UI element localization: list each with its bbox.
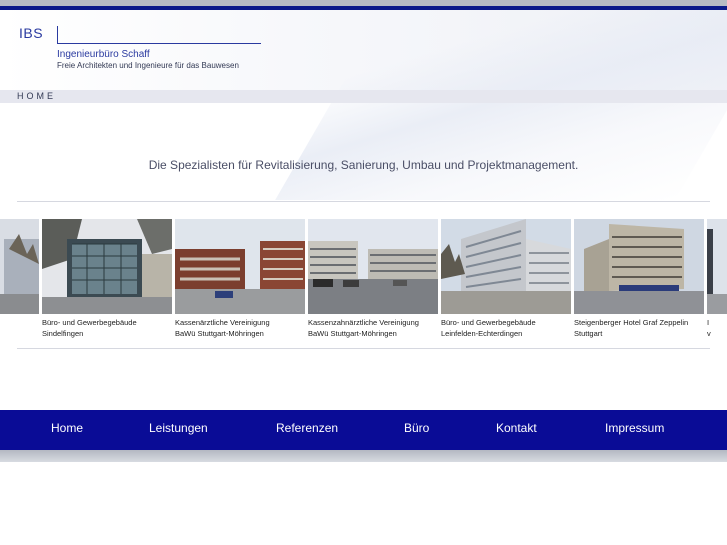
main-navigation: Home Leistungen Referenzen Büro Kontakt … xyxy=(0,410,727,450)
project-card[interactable]: Büro- und Gewerbegebäude Sindelfingen xyxy=(42,219,172,339)
nav-kontakt[interactable]: Kontakt xyxy=(496,421,537,435)
project-card[interactable] xyxy=(0,219,39,317)
project-photo[interactable] xyxy=(0,219,39,314)
project-title: Steigenberger Hotel Graf Zeppelin xyxy=(574,318,689,327)
project-card[interactable]: I v xyxy=(707,219,727,339)
bottom-border xyxy=(0,450,727,462)
project-location: v xyxy=(707,329,711,338)
logo[interactable]: IBS xyxy=(19,25,43,41)
project-location: Stuttgart xyxy=(574,329,603,338)
company-name: Ingenieurbüro Schaff xyxy=(57,49,150,60)
project-title: I xyxy=(707,318,710,327)
divider-top xyxy=(17,201,710,202)
nav-impressum[interactable]: Impressum xyxy=(605,421,664,435)
logo-underline xyxy=(57,43,261,44)
company-tagline: Freie Architekten und Ingenieure für das… xyxy=(57,61,239,70)
divider-bottom xyxy=(17,348,710,349)
project-title: Kassenärztliche Vereinigung xyxy=(175,318,270,327)
project-photo[interactable] xyxy=(441,219,571,314)
slogan: Die Spezialisten für Revitalisierung, Sa… xyxy=(148,158,579,172)
nav-buero[interactable]: Büro xyxy=(404,421,429,435)
project-location: BaWü Stuttgart-Möhringen xyxy=(308,329,397,338)
project-gallery: Büro- und Gewerbegebäude Sindelfingen Ka… xyxy=(0,219,727,344)
project-location: Sindelfingen xyxy=(42,329,84,338)
nav-leistungen[interactable]: Leistungen xyxy=(149,421,208,435)
project-photo[interactable] xyxy=(707,219,727,314)
breadcrumb-label: HOME xyxy=(17,91,56,101)
project-photo[interactable] xyxy=(175,219,305,314)
project-photo[interactable] xyxy=(42,219,172,314)
project-location: BaWü Stuttgart-Möhringen xyxy=(175,329,264,338)
project-card[interactable]: Kassenärztliche Vereinigung BaWü Stuttga… xyxy=(175,219,305,339)
project-title: Büro- und Gewerbegebäude xyxy=(441,318,536,327)
project-photo[interactable] xyxy=(308,219,438,314)
nav-referenzen[interactable]: Referenzen xyxy=(276,421,338,435)
project-title: Büro- und Gewerbegebäude xyxy=(42,318,137,327)
project-card[interactable]: Büro- und Gewerbegebäude Leinfelden-Echt… xyxy=(441,219,571,339)
project-card[interactable]: Kassenzahnärztliche Vereinigung BaWü Stu… xyxy=(308,219,438,339)
project-card[interactable]: Steigenberger Hotel Graf Zeppelin Stuttg… xyxy=(574,219,704,339)
project-title: Kassenzahnärztliche Vereinigung xyxy=(308,318,419,327)
project-photo[interactable] xyxy=(574,219,704,314)
breadcrumb: HOME xyxy=(0,90,727,103)
logo-divider xyxy=(57,26,58,43)
nav-home[interactable]: Home xyxy=(51,421,83,435)
project-location: Leinfelden-Echterdingen xyxy=(441,329,523,338)
